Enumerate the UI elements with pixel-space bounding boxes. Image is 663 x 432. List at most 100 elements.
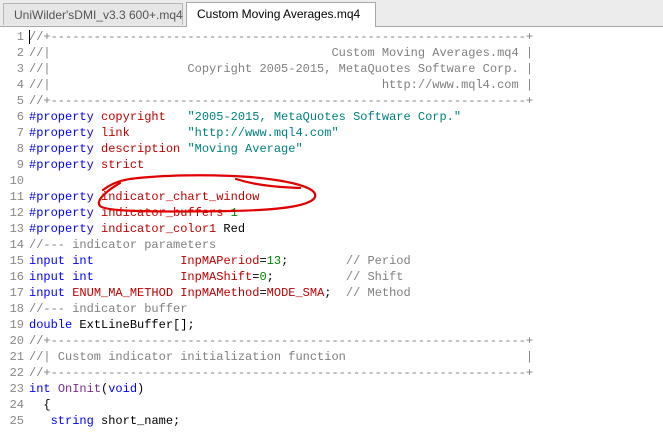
line-number: 21 bbox=[9, 350, 24, 364]
code-token: copyright bbox=[101, 110, 166, 124]
code-line[interactable]: 3 //| Copyright 2005-2015, MetaQuotes Sof… bbox=[0, 61, 533, 77]
code-line[interactable]: 4 //| http://www.mql4.com | bbox=[0, 77, 533, 93]
code-token: //| Copyright 2005-2015, MetaQuotes Soft… bbox=[29, 62, 534, 76]
code-token: #property bbox=[29, 142, 102, 156]
code-token: short_name; bbox=[93, 414, 181, 428]
code-text: //| Copyright 2005-2015, MetaQuotes Soft… bbox=[29, 61, 533, 77]
code-text: //+-------------------------------------… bbox=[29, 93, 533, 109]
code-token: "Moving Average" bbox=[187, 142, 303, 156]
tab-custom-moving-averages[interactable]: Custom Moving Averages.mq4 bbox=[186, 2, 376, 27]
code-token: #property bbox=[29, 110, 102, 124]
line-number: 10 bbox=[9, 174, 24, 188]
code-text: #property description "Moving Average" bbox=[29, 141, 303, 157]
tab-uniwilders-dmi[interactable]: UniWilder'sDMI_v3.3 600+.mq4 bbox=[3, 3, 183, 25]
line-number: 9 bbox=[16, 158, 24, 172]
code-text: //--- indicator buffer bbox=[29, 301, 187, 317]
code-editor[interactable]: 1 //+------------------------------------… bbox=[0, 27, 663, 432]
line-number: 23 bbox=[9, 382, 24, 396]
code-token: ENUM_MA_METHOD bbox=[72, 286, 174, 300]
code-token: InpMAShift bbox=[180, 270, 253, 284]
code-token: #property bbox=[29, 158, 102, 172]
code-line[interactable]: 9 #property strict bbox=[0, 157, 144, 173]
code-token: //+-------------------------------------… bbox=[29, 94, 534, 108]
code-line[interactable]: 24 { bbox=[0, 397, 51, 413]
code-token: // Period bbox=[345, 254, 411, 268]
code-text: string short_name; bbox=[29, 413, 181, 429]
text-cursor bbox=[29, 30, 30, 44]
code-line[interactable]: 23 int OnInit(void) bbox=[0, 381, 145, 397]
code-token: = bbox=[259, 286, 267, 300]
code-line[interactable]: 21 //| Custom indicator initialization fu… bbox=[0, 349, 534, 365]
code-token: 1 bbox=[230, 206, 238, 220]
code-line[interactable]: 6 #property copyright "2005-2015, MetaQuo… bbox=[0, 109, 461, 125]
code-text: //--- indicator parameters bbox=[29, 237, 216, 253]
code-line[interactable]: 19 double ExtLineBuffer[]; bbox=[0, 317, 195, 333]
code-token: MODE_SMA bbox=[266, 286, 325, 300]
line-number: 11 bbox=[9, 190, 24, 204]
code-token: int bbox=[29, 382, 51, 396]
code-line[interactable]: 5 //+------------------------------------… bbox=[0, 93, 533, 109]
code-text: #property indicator_chart_window bbox=[29, 189, 259, 205]
code-token: double bbox=[29, 318, 73, 332]
code-token: ) bbox=[137, 382, 145, 396]
code-token: ExtLineBuffer[]; bbox=[72, 318, 195, 332]
code-line[interactable]: 22 //+-----------------------------------… bbox=[0, 365, 534, 381]
code-line[interactable]: 14 //--- indicator parameters bbox=[0, 237, 217, 253]
code-line[interactable]: 10 bbox=[0, 173, 24, 189]
tab-bar: UniWilder'sDMI_v3.3 600+.mq4 Custom Movi… bbox=[0, 0, 663, 27]
code-token: ; bbox=[281, 254, 346, 268]
line-number: 24 bbox=[9, 398, 24, 412]
code-token: "http://www.mql4.com" bbox=[187, 126, 339, 140]
code-token: #property bbox=[29, 222, 102, 236]
code-text: //+-------------------------------------… bbox=[29, 29, 533, 45]
code-token: description bbox=[101, 142, 181, 156]
line-number: 1 bbox=[16, 30, 24, 44]
code-token: indicator_buffers bbox=[101, 206, 224, 220]
line-number: 2 bbox=[16, 46, 24, 60]
code-line[interactable]: 17 input ENUM_MA_METHOD InpMAMethod=MODE_… bbox=[0, 285, 411, 301]
code-text: #property indicator_color1 Red bbox=[29, 221, 245, 237]
code-line[interactable]: 20 //+-----------------------------------… bbox=[0, 333, 534, 349]
code-line[interactable]: 12 #property indicator_buffers 1 bbox=[0, 205, 238, 221]
code-text: #property link "http://www.mql4.com" bbox=[29, 125, 339, 141]
code-text: #property copyright "2005-2015, MetaQuot… bbox=[29, 109, 461, 125]
line-number: 7 bbox=[16, 126, 24, 140]
code-token: #property bbox=[29, 126, 102, 140]
code-text: #property strict bbox=[29, 157, 144, 173]
code-token: = bbox=[259, 254, 267, 268]
line-number: 19 bbox=[9, 318, 24, 332]
code-text: input int InpMAShift=0; // Shift bbox=[29, 269, 403, 285]
code-token: indicator_color1 bbox=[101, 222, 217, 236]
code-line[interactable]: 18 //--- indicator buffer bbox=[0, 301, 188, 317]
code-line[interactable]: 8 #property description "Moving Average" bbox=[0, 141, 303, 157]
line-number: 8 bbox=[16, 142, 24, 156]
code-line[interactable]: 15 input int InpMAPeriod=13; // Period bbox=[0, 253, 411, 269]
code-line[interactable]: 7 #property link "http://www.mql4.com" bbox=[0, 125, 339, 141]
code-text: //+-------------------------------------… bbox=[29, 333, 533, 349]
code-token: //| http://www.mql4.com | bbox=[29, 78, 534, 92]
line-number: 6 bbox=[16, 110, 24, 124]
code-text: { bbox=[29, 397, 50, 413]
code-token: #property bbox=[29, 206, 102, 220]
code-token: input int bbox=[29, 254, 94, 268]
code-token: link bbox=[101, 126, 130, 140]
code-line[interactable]: 16 input int InpMAShift=0; // Shift bbox=[0, 269, 404, 285]
code-token: void bbox=[108, 382, 138, 396]
code-text: input int InpMAPeriod=13; // Period bbox=[29, 253, 411, 269]
line-number: 16 bbox=[9, 270, 24, 284]
code-line[interactable]: 25 string short_name; bbox=[0, 413, 181, 429]
code-token: //--- indicator parameters bbox=[29, 238, 217, 252]
code-line[interactable]: 2 //| Custom Moving Averages.mq4 | bbox=[0, 45, 533, 61]
line-number: 12 bbox=[9, 206, 24, 220]
code-line[interactable]: 1 //+------------------------------------… bbox=[0, 29, 533, 45]
code-token: "2005-2015, MetaQuotes Software Corp." bbox=[187, 110, 462, 124]
code-token: //| Custom indicator initialization func… bbox=[29, 350, 534, 364]
code-line[interactable]: 13 #property indicator_color1 Red bbox=[0, 221, 245, 237]
code-line[interactable]: 11 #property indicator_chart_window bbox=[0, 189, 260, 205]
